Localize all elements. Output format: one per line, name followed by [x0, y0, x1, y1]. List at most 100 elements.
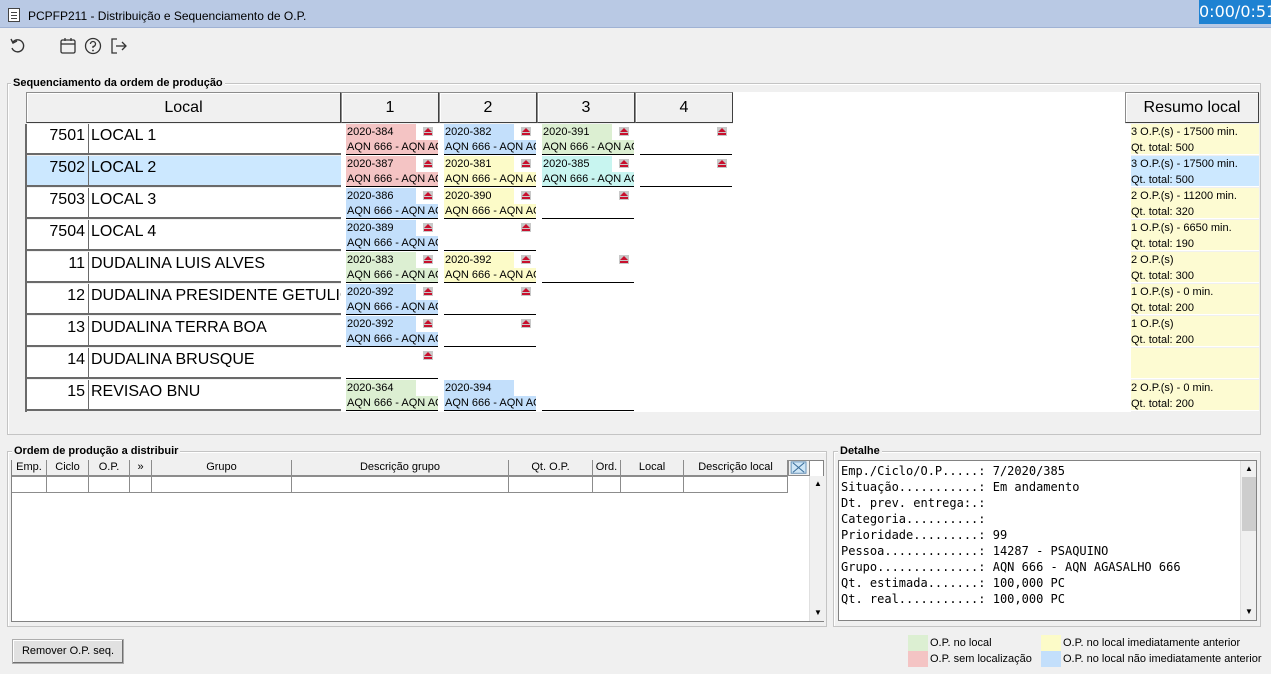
- scroll-thumb[interactable]: [1242, 477, 1256, 531]
- column-header[interactable]: »: [130, 460, 152, 476]
- eject-icon[interactable]: [717, 159, 727, 168]
- refresh-icon[interactable]: [8, 36, 28, 56]
- location-number[interactable]: 14: [27, 348, 89, 379]
- op-slot[interactable]: [542, 188, 634, 219]
- op-slot[interactable]: 2020-390AQN 666 - AQN AGASALHO 666: [444, 188, 536, 219]
- detalhe-line: Grupo..............: AQN 666 - AQN AGASA…: [841, 560, 1181, 574]
- column-header[interactable]: Ord.: [593, 460, 621, 476]
- op-slot[interactable]: 2020-381AQN 666 - AQN AGASALHO 666: [444, 156, 536, 187]
- column-header[interactable]: Local: [621, 460, 684, 476]
- filter-cell[interactable]: [509, 476, 593, 493]
- op-slot[interactable]: 2020-386AQN 666 - AQN AGASALHO 666: [346, 188, 438, 219]
- op-slot[interactable]: [346, 348, 438, 379]
- op-slot[interactable]: [542, 380, 634, 411]
- scroll-up-arrow[interactable]: ▲: [810, 476, 826, 492]
- eject-icon[interactable]: [521, 127, 531, 136]
- eject-icon[interactable]: [423, 319, 433, 328]
- op-slot[interactable]: 2020-387AQN 666 - AQN AGASALHO 666: [346, 156, 438, 187]
- eject-icon[interactable]: [521, 319, 531, 328]
- eject-icon[interactable]: [423, 287, 433, 296]
- scroll-down-arrow[interactable]: ▼: [1241, 604, 1257, 620]
- op-slot[interactable]: [444, 220, 536, 251]
- scroll-down-arrow[interactable]: ▼: [810, 605, 826, 621]
- location-number[interactable]: 7501: [27, 124, 89, 155]
- op-slot[interactable]: 2020-382AQN 666 - AQN AGASALHO 666: [444, 124, 536, 155]
- op-slot[interactable]: [444, 316, 536, 347]
- filter-cell[interactable]: [12, 476, 47, 493]
- location-number[interactable]: 7503: [27, 188, 89, 219]
- detalhe-scrollbar[interactable]: ▲ ▼: [1240, 461, 1256, 620]
- exit-icon[interactable]: [109, 36, 129, 56]
- location-number[interactable]: 7504: [27, 220, 89, 251]
- column-header[interactable]: Descrição local: [684, 460, 788, 476]
- eject-icon[interactable]: [423, 127, 433, 136]
- op-slot[interactable]: 2020-394AQN 666 - AQN AGASALHO 666: [444, 380, 536, 411]
- eject-icon[interactable]: [423, 191, 433, 200]
- distribuir-scrollbar[interactable]: ▲ ▼: [809, 476, 825, 621]
- eject-icon[interactable]: [423, 255, 433, 264]
- location-name[interactable]: LOCAL 2: [89, 156, 341, 187]
- op-slot[interactable]: 2020-389AQN 666 - AQN AGASALHO 666: [346, 220, 438, 251]
- op-slot[interactable]: 2020-392AQN 666 - AQN AGASALHO 666: [346, 284, 438, 315]
- eject-icon[interactable]: [619, 159, 629, 168]
- location-name[interactable]: LOCAL 4: [89, 220, 341, 251]
- eject-icon[interactable]: [619, 255, 629, 264]
- column-header[interactable]: Descrição grupo: [292, 460, 509, 476]
- location-number[interactable]: 15: [27, 380, 89, 411]
- op-slot[interactable]: 2020-383AQN 666 - AQN AGASALHO 666: [346, 252, 438, 283]
- op-slot[interactable]: [444, 284, 536, 315]
- column-header[interactable]: Qt. O.P.: [509, 460, 593, 476]
- eject-icon[interactable]: [619, 127, 629, 136]
- op-slot[interactable]: [542, 252, 634, 283]
- op-slot[interactable]: [640, 156, 732, 187]
- op-description: AQN 666 - AQN AGASALHO 666: [346, 396, 438, 410]
- location-name[interactable]: DUDALINA TERRA BOA: [89, 316, 341, 347]
- calendar-icon[interactable]: [58, 36, 78, 56]
- op-slot[interactable]: 2020-364AQN 666 - AQN AGASALHO 666: [346, 380, 438, 411]
- column-header[interactable]: Grupo: [152, 460, 292, 476]
- location-name[interactable]: REVISAO BNU: [89, 380, 341, 411]
- clear-filter-button[interactable]: [788, 460, 810, 476]
- location-number[interactable]: 13: [27, 316, 89, 347]
- help-icon[interactable]: [83, 36, 103, 56]
- location-name[interactable]: LOCAL 1: [89, 124, 341, 155]
- location-number[interactable]: 11: [27, 252, 89, 283]
- filter-cell[interactable]: [89, 476, 130, 493]
- eject-icon[interactable]: [423, 351, 433, 360]
- op-slot[interactable]: 2020-391AQN 666 - AQN AGASALHO 666: [542, 124, 634, 155]
- op-slot[interactable]: 2020-385AQN 666 - AQN AGASALHO 666: [542, 156, 634, 187]
- eject-icon[interactable]: [521, 159, 531, 168]
- filter-cell[interactable]: [684, 476, 788, 493]
- op-slot[interactable]: 2020-392AQN 666 - AQN AGASALHO 666: [346, 316, 438, 347]
- detalhe-text[interactable]: Emp./Ciclo/O.P.....: 7/2020/385 Situação…: [838, 460, 1257, 621]
- column-header[interactable]: O.P.: [89, 460, 130, 476]
- op-slot[interactable]: [640, 124, 732, 155]
- eject-icon[interactable]: [423, 159, 433, 168]
- location-name[interactable]: DUDALINA PRESIDENTE GETULIO: [89, 284, 341, 315]
- op-slot[interactable]: 2020-384AQN 666 - AQN AGASALHO 666: [346, 124, 438, 155]
- filter-cell[interactable]: [593, 476, 621, 493]
- eject-icon[interactable]: [717, 127, 727, 136]
- location-name[interactable]: LOCAL 3: [89, 188, 341, 219]
- column-header[interactable]: Ciclo: [47, 460, 89, 476]
- column-header[interactable]: Emp.: [12, 460, 47, 476]
- location-number[interactable]: 12: [27, 284, 89, 315]
- op-slot[interactable]: 2020-392AQN 666 - AQN AGASALHO 666: [444, 252, 536, 283]
- eject-icon[interactable]: [521, 191, 531, 200]
- location-name[interactable]: DUDALINA BRUSQUE: [89, 348, 341, 379]
- eject-icon[interactable]: [521, 223, 531, 232]
- summary-line: 1 O.P.(s) - 6650 min.: [1131, 222, 1232, 234]
- eject-icon[interactable]: [521, 255, 531, 264]
- remover-op-seq-button[interactable]: Remover O.P. seq.: [12, 639, 124, 664]
- filter-cell[interactable]: [130, 476, 152, 493]
- filter-cell[interactable]: [152, 476, 292, 493]
- filter-cell[interactable]: [47, 476, 89, 493]
- filter-cell[interactable]: [292, 476, 509, 493]
- scroll-up-arrow[interactable]: ▲: [1241, 461, 1257, 477]
- eject-icon[interactable]: [423, 223, 433, 232]
- filter-cell[interactable]: [621, 476, 684, 493]
- location-name[interactable]: DUDALINA LUIS ALVES: [89, 252, 341, 283]
- location-number[interactable]: 7502: [27, 156, 89, 187]
- eject-icon[interactable]: [521, 287, 531, 296]
- eject-icon[interactable]: [619, 191, 629, 200]
